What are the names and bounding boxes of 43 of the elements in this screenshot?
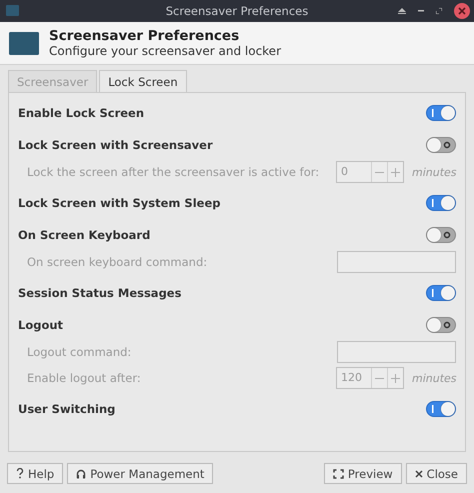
setting-label: Logout (18, 318, 64, 332)
unit-label: minutes (412, 166, 456, 178)
fullscreen-icon (332, 468, 344, 478)
setting-label: Logout command: (27, 345, 132, 359)
help-icon (16, 468, 24, 479)
setting-label: On screen keyboard command: (27, 255, 208, 269)
preview-button[interactable]: Preview (324, 463, 402, 484)
screen-icon (9, 32, 39, 54)
app-icon (6, 5, 19, 16)
unit-label: minutes (412, 372, 456, 384)
toggle-switch[interactable] (426, 400, 456, 416)
ring-icon (443, 230, 451, 238)
dialog-subtitle: Configure your screensaver and locker (49, 44, 282, 58)
help-button[interactable]: Help (7, 463, 64, 484)
setting-label: Lock Screen with System Sleep (18, 196, 220, 210)
close-icon[interactable] (454, 3, 470, 19)
headphones-icon (76, 468, 86, 478)
toggle-switch[interactable] (426, 284, 456, 300)
close-icon (414, 470, 423, 478)
eject-icon[interactable] (398, 8, 406, 14)
close-button[interactable]: Close (406, 463, 467, 484)
setting-label: Lock the screen after the screensaver is active for: (27, 165, 320, 179)
toggle-switch[interactable] (426, 136, 456, 152)
toggle-switch[interactable] (426, 316, 456, 332)
setting-label: Enable Lock Screen (18, 106, 144, 120)
dialog-title: Screensaver Preferences (49, 28, 240, 44)
input-field[interactable] (337, 341, 456, 363)
input-field[interactable] (337, 251, 456, 273)
maximize-icon[interactable] (436, 8, 442, 14)
setting-label: Enable logout after: (27, 371, 141, 385)
ring-icon (443, 320, 451, 328)
minimize-icon[interactable] (418, 10, 424, 12)
setting-label: On Screen Keyboard (18, 228, 150, 242)
toggle-switch[interactable] (426, 104, 456, 120)
tab[interactable]: Lock Screen (99, 70, 187, 93)
setting-label: User Switching (18, 402, 116, 416)
setting-label: Session Status Messages (18, 286, 182, 300)
power-management-button[interactable]: Power Management (67, 463, 214, 484)
window-title: Screensaver Preferences (166, 4, 308, 18)
setting-label: Lock Screen with Screensaver (18, 138, 213, 152)
ring-icon (443, 140, 451, 148)
toggle-switch[interactable] (426, 226, 456, 242)
toggle-switch[interactable] (426, 194, 456, 210)
